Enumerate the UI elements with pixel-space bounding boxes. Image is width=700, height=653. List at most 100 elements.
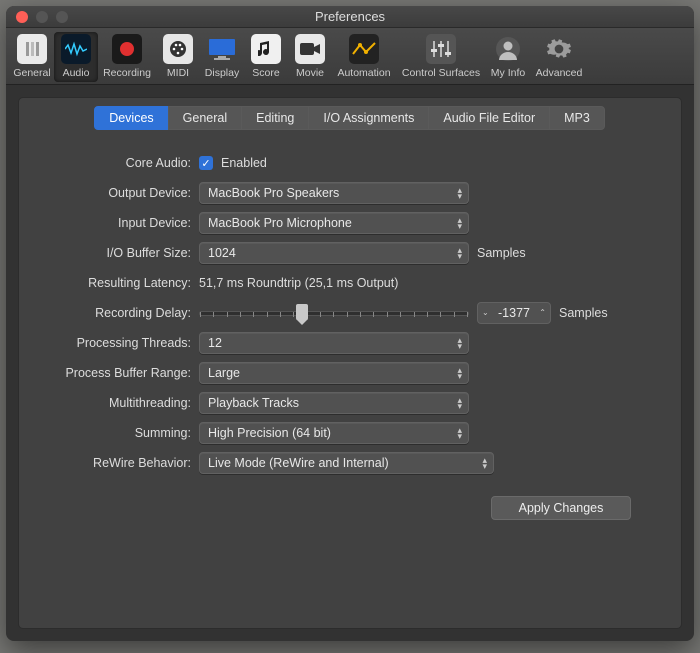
toolbar-audio[interactable]: Audio: [54, 32, 98, 82]
tab-bar: Devices General Editing I/O Assignments …: [19, 106, 681, 140]
label: Input Device:: [19, 216, 199, 230]
multithreading-select[interactable]: Playback Tracks ▴▾: [199, 392, 469, 414]
chevron-updown-icon: ▴▾: [457, 427, 462, 439]
row-output-device: Output Device: MacBook Pro Speakers ▴▾: [19, 178, 661, 208]
process-buffer-select[interactable]: Large ▴▾: [199, 362, 469, 384]
tab-devices[interactable]: Devices: [94, 106, 168, 130]
checkmark-icon: ✓: [201, 157, 210, 170]
music-note-icon: [251, 34, 281, 64]
label: Core Audio:: [19, 156, 199, 170]
toolbar-label: Display: [205, 67, 239, 79]
gear-icon: [544, 34, 574, 64]
output-device-select[interactable]: MacBook Pro Speakers ▴▾: [199, 182, 469, 204]
form: Core Audio: ✓ Enabled Output Device: Mac…: [19, 140, 681, 520]
display-icon: [207, 34, 237, 64]
toolbar-label: MIDI: [167, 67, 189, 79]
processing-threads-select[interactable]: 12 ▴▾: [199, 332, 469, 354]
label: Processing Threads:: [19, 336, 199, 350]
row-multithreading: Multithreading: Playback Tracks ▴▾: [19, 388, 661, 418]
num-value: -1377: [498, 306, 530, 320]
toolbar-general[interactable]: General: [10, 32, 54, 82]
toolbar-label: Recording: [103, 67, 151, 79]
tab-mp3[interactable]: MP3: [549, 106, 605, 130]
chevron-updown-icon: ▴▾: [457, 217, 462, 229]
content-pane: Devices General Editing I/O Assignments …: [18, 97, 682, 629]
toolbar-display[interactable]: Display: [200, 32, 244, 82]
suffix: Samples: [559, 306, 608, 320]
suffix: Samples: [477, 246, 526, 260]
tab-io-assignments[interactable]: I/O Assignments: [308, 106, 429, 130]
titlebar: Preferences: [6, 6, 694, 28]
button-label: Apply Changes: [519, 501, 604, 515]
sliders-icon: [17, 34, 47, 64]
person-icon: [493, 34, 523, 64]
row-io-buffer: I/O Buffer Size: 1024 ▴▾ Samples: [19, 238, 661, 268]
select-value: 12: [208, 336, 222, 350]
row-process-buffer: Process Buffer Range: Large ▴▾: [19, 358, 661, 388]
chevron-updown-icon: ▴▾: [457, 247, 462, 259]
label: Process Buffer Range:: [19, 366, 199, 380]
row-input-device: Input Device: MacBook Pro Microphone ▴▾: [19, 208, 661, 238]
recording-delay-slider[interactable]: [199, 303, 469, 323]
select-value: Large: [208, 366, 240, 380]
io-buffer-select[interactable]: 1024 ▴▾: [199, 242, 469, 264]
toolbar-label: My Info: [491, 67, 525, 79]
row-latency: Resulting Latency: 51,7 ms Roundtrip (25…: [19, 268, 661, 298]
chevron-updown-icon: ▴▾: [457, 187, 462, 199]
select-value: 1024: [208, 246, 236, 260]
label: Recording Delay:: [19, 306, 199, 320]
label: Summing:: [19, 426, 199, 440]
toolbar-label: Automation: [337, 67, 390, 79]
tab-audio-file-editor[interactable]: Audio File Editor: [428, 106, 550, 130]
row-processing-threads: Processing Threads: 12 ▴▾: [19, 328, 661, 358]
rewire-select[interactable]: Live Mode (ReWire and Internal) ▴▾: [199, 452, 494, 474]
toolbar-automation[interactable]: Automation: [332, 32, 396, 82]
preferences-window: Preferences General Audio Recording MIDI: [6, 6, 694, 641]
row-rewire: ReWire Behavior: Live Mode (ReWire and I…: [19, 448, 661, 478]
label: Resulting Latency:: [19, 276, 199, 290]
record-icon: [112, 34, 142, 64]
toolbar: General Audio Recording MIDI Display: [6, 28, 694, 85]
recording-delay-field[interactable]: ⌄ -1377 ⌃: [477, 302, 551, 324]
select-value: Playback Tracks: [208, 396, 299, 410]
stepper-down-icon[interactable]: ⌄: [482, 310, 489, 316]
select-value: MacBook Pro Microphone: [208, 216, 352, 230]
row-core-audio: Core Audio: ✓ Enabled: [19, 148, 661, 178]
faders-icon: [426, 34, 456, 64]
toolbar-label: Audio: [63, 67, 90, 79]
toolbar-label: Advanced: [536, 67, 583, 79]
input-device-select[interactable]: MacBook Pro Microphone ▴▾: [199, 212, 469, 234]
label: ReWire Behavior:: [19, 456, 199, 470]
toolbar-label: Score: [252, 67, 279, 79]
row-recording-delay: Recording Delay: ⌄ -1377 ⌃: [19, 298, 661, 328]
core-audio-checkbox[interactable]: ✓: [199, 156, 213, 170]
chevron-updown-icon: ▴▾: [457, 367, 462, 379]
camera-icon: [295, 34, 325, 64]
tab-general[interactable]: General: [168, 106, 242, 130]
summing-select[interactable]: High Precision (64 bit) ▴▾: [199, 422, 469, 444]
select-value: MacBook Pro Speakers: [208, 186, 339, 200]
chevron-updown-icon: ▴▾: [457, 337, 462, 349]
apply-changes-button[interactable]: Apply Changes: [491, 496, 631, 520]
window-title: Preferences: [6, 9, 694, 24]
toolbar-movie[interactable]: Movie: [288, 32, 332, 82]
toolbar-recording[interactable]: Recording: [98, 32, 156, 82]
toolbar-label: Movie: [296, 67, 324, 79]
toolbar-midi[interactable]: MIDI: [156, 32, 200, 82]
toolbar-score[interactable]: Score: [244, 32, 288, 82]
toolbar-label: Control Surfaces: [402, 67, 480, 79]
checkbox-label: Enabled: [221, 156, 267, 170]
chevron-updown-icon: ▴▾: [482, 457, 487, 469]
toolbar-my-info[interactable]: My Info: [486, 32, 530, 82]
row-summing: Summing: High Precision (64 bit) ▴▾: [19, 418, 661, 448]
toolbar-advanced[interactable]: Advanced: [530, 32, 588, 82]
select-value: High Precision (64 bit): [208, 426, 331, 440]
select-value: Live Mode (ReWire and Internal): [208, 456, 389, 470]
slider-thumb[interactable]: [296, 304, 308, 320]
tab-editing[interactable]: Editing: [241, 106, 309, 130]
midi-icon: [163, 34, 193, 64]
toolbar-label: General: [13, 67, 50, 79]
toolbar-control-surfaces[interactable]: Control Surfaces: [396, 32, 486, 82]
stepper-up-icon[interactable]: ⌃: [539, 310, 546, 316]
waveform-icon: [61, 34, 91, 64]
